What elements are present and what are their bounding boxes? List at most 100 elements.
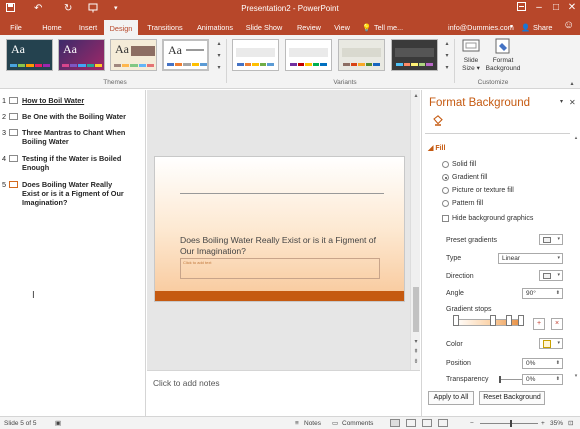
- spellcheck-icon[interactable]: ▣: [55, 419, 61, 428]
- preset-gradients-dropdown[interactable]: ▾: [539, 234, 563, 245]
- outline-item-selected[interactable]: 5 Does Boiling Water Really Exist or is …: [2, 180, 142, 207]
- maximize-icon[interactable]: □: [549, 2, 563, 13]
- tab-review[interactable]: Review: [292, 20, 326, 35]
- notes-pane[interactable]: Click to add notes: [147, 370, 420, 416]
- scroll-down-icon[interactable]: ▾: [411, 338, 421, 345]
- gradient-stops-bar[interactable]: [454, 319, 524, 326]
- notes-toggle-button[interactable]: Notes: [304, 419, 321, 428]
- share-button[interactable]: Share: [533, 22, 552, 33]
- tab-view[interactable]: View: [329, 20, 355, 35]
- variant-thumbnail-4[interactable]: [391, 39, 438, 71]
- format-background-button[interactable]: Format Background: [484, 37, 522, 73]
- theme-thumbnail-3[interactable]: Aa: [110, 39, 157, 71]
- slide-show-view-icon[interactable]: [438, 419, 448, 427]
- outline-item[interactable]: 3 Three Mantras to Chant When Boiling Wa…: [2, 128, 142, 146]
- tab-transitions[interactable]: Transitions: [142, 20, 188, 35]
- position-spinner[interactable]: 0% ⬍: [522, 358, 563, 369]
- apply-to-all-button[interactable]: Apply to All: [428, 391, 474, 405]
- variants-scroll-down-icon[interactable]: ▾: [443, 51, 451, 61]
- zoom-out-icon[interactable]: −: [470, 419, 474, 428]
- theme-thumbnail-4[interactable]: Aa: [162, 39, 209, 71]
- tell-me-input[interactable]: Tell me...: [374, 22, 403, 33]
- pane-scrollbar[interactable]: ▴ ▾: [572, 135, 580, 385]
- angle-spinner[interactable]: 90° ⬍: [522, 288, 563, 299]
- scroll-up-icon[interactable]: ▴: [411, 92, 421, 99]
- pane-divider: [425, 133, 570, 134]
- previous-slide-icon[interactable]: ⇞: [411, 348, 421, 355]
- outline-item-text[interactable]: How to Boil Water: [22, 96, 142, 105]
- color-picker-button[interactable]: ▾: [539, 338, 563, 349]
- tab-insert[interactable]: Insert: [71, 20, 105, 35]
- pane-scroll-down-icon[interactable]: ▾: [572, 373, 580, 379]
- solid-fill-radio[interactable]: Solid fill: [442, 160, 476, 169]
- account-name[interactable]: info@Dummies.com: [448, 22, 514, 33]
- gradient-stop-1[interactable]: [453, 315, 459, 326]
- pane-scroll-up-icon[interactable]: ▴: [572, 135, 580, 141]
- transparency-spinner[interactable]: 0% ⬍: [522, 374, 563, 385]
- fill-bucket-icon[interactable]: [431, 115, 443, 127]
- picture-fill-radio[interactable]: Picture or texture fill: [442, 186, 514, 195]
- slide-scrollbar[interactable]: ▴ ▾ ⇞ ⇟: [410, 90, 420, 370]
- pane-close-icon[interactable]: ✕: [569, 98, 576, 107]
- tab-slide-show[interactable]: Slide Show: [244, 20, 284, 35]
- tab-home[interactable]: Home: [37, 20, 67, 35]
- variants-more-icon[interactable]: ▾: [443, 63, 451, 73]
- variant-thumbnail-1[interactable]: [232, 39, 279, 71]
- outline-item[interactable]: 4 Testing if the Water is Boiled Enough: [2, 154, 142, 172]
- slide-subtitle-placeholder[interactable]: Click to add text: [180, 258, 380, 279]
- fit-to-window-icon[interactable]: ⊡: [568, 419, 573, 428]
- outline-item-text[interactable]: Does Boiling Water Really Exist or is it…: [22, 180, 130, 207]
- fill-section-header[interactable]: ◢ Fill: [428, 144, 445, 152]
- pattern-fill-radio[interactable]: Pattern fill: [442, 199, 483, 208]
- notes-placeholder[interactable]: Click to add notes: [153, 378, 220, 388]
- restore-icon[interactable]: [514, 2, 528, 14]
- gradient-fill-radio[interactable]: Gradient fill: [442, 173, 487, 182]
- theme-thumbnail-1[interactable]: Aa: [6, 39, 53, 71]
- remove-gradient-stop-icon[interactable]: ×: [551, 318, 563, 330]
- minimize-icon[interactable]: –: [532, 2, 546, 13]
- slide-sorter-icon[interactable]: [406, 419, 416, 427]
- tab-design[interactable]: Design: [104, 20, 138, 35]
- themes-scroll-down-icon[interactable]: ▾: [215, 51, 223, 61]
- zoom-slider-knob[interactable]: [510, 420, 512, 427]
- add-gradient-stop-icon[interactable]: +: [533, 318, 545, 330]
- slide-title[interactable]: Does Boiling Water Really Exist or is it…: [180, 235, 380, 257]
- next-slide-icon[interactable]: ⇟: [411, 358, 421, 365]
- themes-more-icon[interactable]: ▾: [215, 63, 223, 73]
- type-dropdown[interactable]: Linear ▾: [498, 253, 563, 264]
- tab-animations[interactable]: Animations: [193, 20, 237, 35]
- smiley-icon[interactable]: ☺: [563, 20, 574, 31]
- outline-item[interactable]: 1 How to Boil Water: [2, 96, 142, 105]
- transparency-slider-knob[interactable]: [499, 376, 501, 383]
- outline-item-text[interactable]: Testing if the Water is Boiled Enough: [22, 154, 122, 172]
- outline-item[interactable]: 2 Be One with the Boiling Water: [2, 112, 142, 121]
- outline-item-text[interactable]: Three Mantras to Chant When Boiling Wate…: [22, 128, 130, 146]
- slide-size-button[interactable]: Slide Size ▾: [458, 37, 484, 73]
- collapse-ribbon-icon[interactable]: ▴: [568, 79, 576, 89]
- variants-scroll-up-icon[interactable]: ▴: [443, 39, 451, 49]
- tab-file[interactable]: File: [3, 20, 29, 35]
- reading-view-icon[interactable]: [422, 419, 432, 427]
- direction-dropdown[interactable]: ▾: [539, 270, 563, 281]
- hide-graphics-checkbox[interactable]: Hide background graphics: [442, 214, 533, 223]
- gradient-stop-4[interactable]: [518, 315, 524, 326]
- outline-item-text[interactable]: Be One with the Boiling Water: [22, 112, 142, 121]
- slide-canvas[interactable]: Does Boiling Water Really Exist or is it…: [154, 156, 405, 302]
- gradient-stop-2[interactable]: [490, 315, 496, 326]
- themes-scroll-up-icon[interactable]: ▴: [215, 39, 223, 49]
- zoom-in-icon[interactable]: +: [541, 419, 545, 428]
- variant-thumbnail-3[interactable]: [338, 39, 385, 71]
- variant-thumbnail-2[interactable]: [285, 39, 332, 71]
- zoom-level[interactable]: 35%: [550, 419, 563, 428]
- theme-thumbnail-2[interactable]: Aa: [58, 39, 105, 71]
- normal-view-icon[interactable]: [390, 419, 400, 427]
- zoom-slider[interactable]: [480, 420, 538, 427]
- account-caret-icon[interactable]: ▾: [510, 22, 513, 33]
- reset-background-button[interactable]: Reset Background: [479, 391, 545, 405]
- share-icon[interactable]: 👤: [521, 22, 530, 33]
- comments-toggle-button[interactable]: Comments: [342, 419, 373, 428]
- scroll-thumb[interactable]: [413, 287, 419, 332]
- pane-options-icon[interactable]: ▾: [560, 98, 563, 105]
- close-icon[interactable]: ✕: [565, 2, 579, 13]
- gradient-stop-3[interactable]: [506, 315, 512, 326]
